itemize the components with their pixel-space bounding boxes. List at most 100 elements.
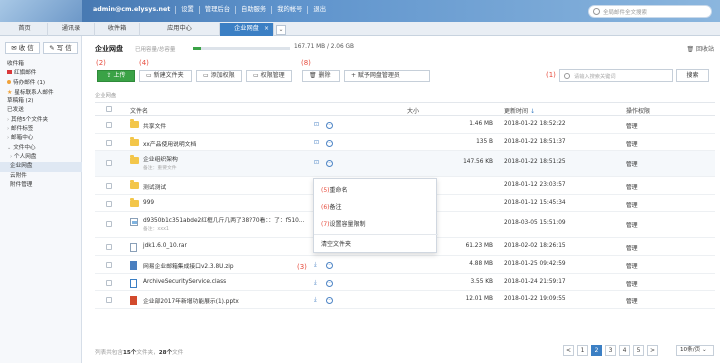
- download-icon[interactable]: ⤓: [314, 279, 317, 287]
- annotation-2: (2): [96, 59, 106, 67]
- tab-contacts[interactable]: 通讯录: [48, 23, 95, 36]
- recycle-bin-button[interactable]: 🗑 回收站: [686, 44, 714, 53]
- folder-icon: [130, 136, 139, 146]
- file-name[interactable]: 企业组织架构: [143, 154, 178, 163]
- row-checkbox[interactable]: [106, 261, 112, 268]
- table-row[interactable]: xx产品使用说明文档 ⊡ ··· 135 B 2018-01-22 18:51:37 管理: [95, 134, 715, 152]
- menu-item-note[interactable]: (6)备注: [321, 202, 342, 211]
- sidebar-item-personal-disk[interactable]: › 个人网盘: [0, 153, 82, 162]
- row-checkbox[interactable]: [106, 139, 112, 146]
- nav-self-service[interactable]: 自助服务: [236, 6, 273, 14]
- page-size-select[interactable]: 10条/页 ⌄: [676, 345, 714, 356]
- row-checkbox[interactable]: [106, 183, 112, 190]
- more-icon[interactable]: ···: [326, 279, 333, 287]
- select-all-checkbox[interactable]: [106, 106, 112, 112]
- table-row[interactable]: 共享文件 ⊡ ··· 1.46 MB 2018-01-22 18:52:22 管理: [95, 116, 715, 134]
- page-5[interactable]: 5: [633, 345, 644, 356]
- lock-icon[interactable]: ⊡: [314, 159, 319, 166]
- file-name[interactable]: 共享文件: [143, 121, 166, 130]
- row-checkbox[interactable]: [106, 244, 112, 251]
- sidebar-item-enterprise-disk[interactable]: 企业网盘: [0, 162, 82, 172]
- table-row[interactable]: 企业组织架构 备注：重要文件 ⊡ ··· 147.56 KB 2018-01-22 18:…: [95, 151, 715, 178]
- global-search-input[interactable]: 全局邮件全文搜索: [588, 5, 712, 18]
- page-2[interactable]: 2: [591, 345, 602, 356]
- download-icon[interactable]: ⤓: [314, 261, 317, 269]
- tab-enterprise-disk[interactable]: 企业网盘 ×: [220, 23, 274, 36]
- sidebar-item-drafts[interactable]: 草稿箱 (2): [0, 97, 82, 106]
- row-checkbox[interactable]: [106, 221, 112, 228]
- file-name[interactable]: 999: [143, 200, 154, 206]
- sidebar-item-labels[interactable]: › 邮件标签: [0, 125, 82, 134]
- upload-button[interactable]: ⇪ 上传: [97, 70, 135, 82]
- table-row[interactable]: 企业部2017年新增功能展示(1).pptx ⤓ ··· 12.01 MB 2018-0…: [95, 291, 715, 309]
- col-size[interactable]: 大小: [407, 106, 419, 115]
- sidebar-item-mail-center[interactable]: › 邮箱中心: [0, 134, 82, 143]
- search-button[interactable]: 搜索: [676, 69, 709, 82]
- tab-inbox[interactable]: 收件箱: [95, 23, 140, 36]
- more-icon[interactable]: ···: [326, 297, 333, 305]
- row-checkbox[interactable]: [106, 200, 112, 207]
- lock-icon[interactable]: ⊡: [314, 139, 319, 146]
- compose-button[interactable]: ✎ 写 信: [43, 42, 78, 54]
- tab-app-center[interactable]: 应用中心: [140, 23, 220, 36]
- delete-button[interactable]: 🗑 删除: [302, 70, 340, 82]
- receive-button[interactable]: ✉ 收 信: [5, 42, 40, 54]
- assign-admin-button[interactable]: + 赋予网盘管理员: [344, 70, 430, 82]
- nav-admin[interactable]: 管理后台: [200, 6, 237, 14]
- chevron-down-icon[interactable]: ⌄: [276, 25, 286, 35]
- sidebar-item-starred[interactable]: ★ 星标联系人邮件: [0, 88, 82, 97]
- sidebar-item-sent[interactable]: 已发送: [0, 106, 82, 115]
- more-icon[interactable]: ···: [326, 139, 333, 147]
- menu-item-set-limit[interactable]: (7)设置容量限制: [321, 219, 366, 228]
- sort-down-icon: ↓: [529, 108, 535, 115]
- file-name[interactable]: d9350b1c351abde2红框几斤几两了38?70看：：了：f510...: [143, 215, 304, 224]
- col-updated[interactable]: 更新时间 ↓: [504, 106, 535, 115]
- page-1[interactable]: 1: [577, 345, 588, 356]
- nav-logout[interactable]: 退出: [308, 6, 331, 14]
- file-name[interactable]: 企业部2017年新增功能展示(1).pptx: [143, 296, 239, 305]
- table-row[interactable]: ArchiveSecurityService.class ⤓ ··· 3.55 KB 2…: [95, 274, 715, 292]
- close-icon[interactable]: ×: [264, 23, 269, 35]
- col-name[interactable]: 文件名: [130, 106, 148, 115]
- file-updated: 2018-01-22 18:51:37: [504, 138, 566, 145]
- row-checkbox[interactable]: [106, 122, 112, 128]
- user-account[interactable]: admin@cm.elysys.net: [88, 6, 177, 14]
- file-name[interactable]: 网易企业邮箱集成接口v2.3.8U.zip: [143, 261, 234, 270]
- nav-my-account[interactable]: 我的帐号: [272, 6, 309, 14]
- page-4[interactable]: 4: [619, 345, 630, 356]
- file-name[interactable]: ArchiveSecurityService.class: [143, 279, 226, 285]
- file-name[interactable]: jdk1.6.0_10.rar: [143, 243, 187, 249]
- more-icon[interactable]: ···: [326, 122, 333, 129]
- more-icon[interactable]: ···: [326, 261, 333, 269]
- page-3[interactable]: 3: [605, 345, 616, 356]
- disk-search-input[interactable]: 请输入搜索关键词: [559, 69, 673, 82]
- sidebar-item-inbox[interactable]: 收件箱: [0, 60, 82, 69]
- sidebar-item-file-center[interactable]: ⌄ 文件中心: [0, 144, 82, 153]
- row-checkbox[interactable]: [106, 279, 112, 286]
- table-row[interactable]: 网易企业邮箱集成接口v2.3.8U.zip ⤓ ··· 4.88 MB 2018-01-…: [95, 256, 715, 274]
- page-prev[interactable]: <: [563, 345, 574, 356]
- more-icon[interactable]: ···: [326, 160, 333, 168]
- file-name[interactable]: xx产品使用说明文档: [143, 139, 196, 148]
- tab-home[interactable]: 首页: [2, 23, 48, 36]
- sidebar-item-attachment-mgr[interactable]: 附件管理: [0, 181, 82, 190]
- sidebar-item-cloud-attachment[interactable]: 云附件: [0, 172, 82, 181]
- row-checkbox[interactable]: [106, 297, 112, 304]
- permission-manage-button[interactable]: ▭ 权限管理: [246, 70, 292, 82]
- menu-item-rename[interactable]: (5)重命名: [321, 185, 348, 194]
- summary-pre: 列表共包含: [95, 350, 123, 356]
- sidebar-item-red-flag[interactable]: 红旗邮件: [0, 69, 82, 78]
- sidebar-item-todo[interactable]: 待办邮件 (1): [0, 79, 82, 88]
- add-permission-button[interactable]: ▭ 添加权限: [196, 70, 242, 82]
- page-next[interactable]: >: [647, 345, 658, 356]
- file-name[interactable]: 测试测试: [143, 182, 166, 191]
- lock-icon[interactable]: ⊡: [314, 121, 319, 128]
- row-checkbox[interactable]: [106, 160, 112, 167]
- new-folder-label: 新建文件夹: [153, 72, 184, 79]
- download-icon[interactable]: ⤓: [314, 296, 317, 304]
- menu-item-clear-folder[interactable]: 清空文件夹: [321, 239, 351, 248]
- nav-settings[interactable]: 设置: [176, 6, 200, 14]
- annotation-1: (1): [546, 71, 556, 79]
- sidebar-item-other-folders[interactable]: › 其他5个文件夹: [0, 116, 82, 125]
- new-folder-button[interactable]: ▭ 新建文件夹: [139, 70, 192, 82]
